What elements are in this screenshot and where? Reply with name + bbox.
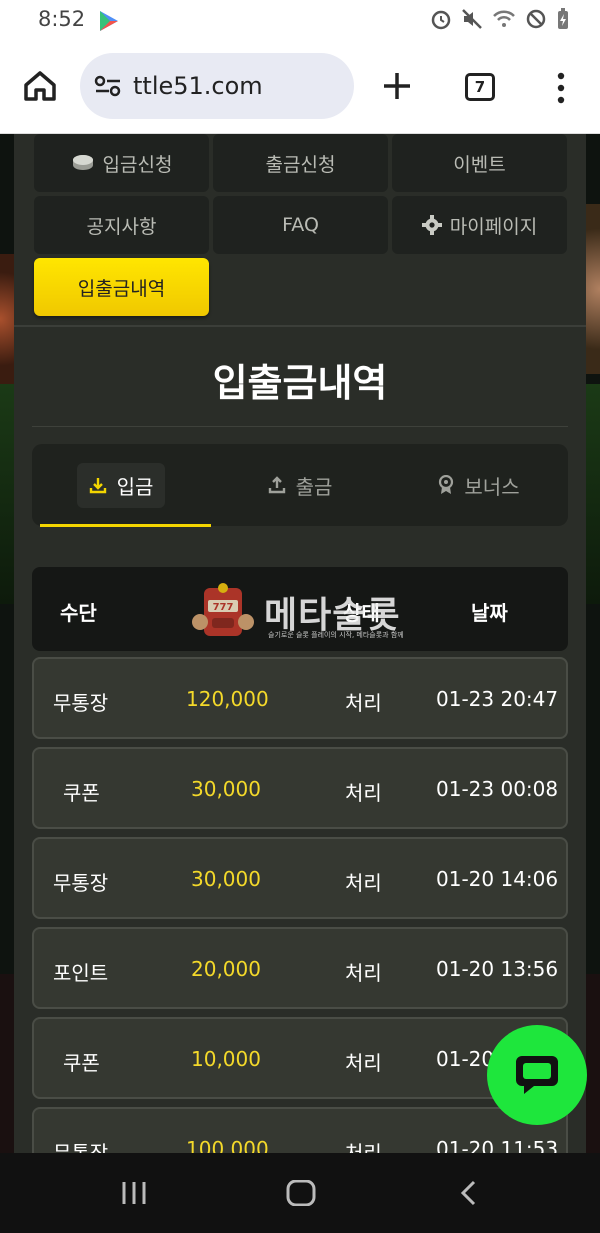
menu-event[interactable]: 이벤트 — [392, 134, 567, 192]
menu-label: 입출금내역 — [77, 277, 166, 300]
play-store-icon — [100, 11, 118, 31]
chat-button[interactable] — [487, 1025, 587, 1125]
cell-status: 처리 — [345, 961, 382, 985]
menu-withdraw-request[interactable]: 출금신청 — [213, 134, 388, 192]
table-row: 무통장 30,000 처리 01-20 14:06 — [32, 837, 568, 919]
menu-deposit-history[interactable]: 입출금내역 — [34, 258, 209, 316]
system-nav-bar — [0, 1153, 600, 1233]
tab-label: 보너스 — [464, 474, 520, 499]
menu-notice[interactable]: 공지사항 — [34, 196, 209, 254]
cell-date: 01-20 14:06 — [436, 867, 559, 891]
tab-label: 출금 — [295, 474, 333, 499]
medal-icon — [439, 475, 454, 494]
cell-amount: 10,000 — [191, 1047, 261, 1071]
cell-method: 무통장 — [53, 1141, 109, 1153]
site-settings-icon[interactable] — [94, 75, 122, 97]
menu-label: 출금신청 — [265, 153, 336, 176]
table-row: 쿠폰 30,000 처리 01-23 00:08 — [32, 747, 568, 829]
cell-status: 처리 — [345, 1051, 382, 1075]
tab-bonus[interactable]: 보너스 — [390, 444, 568, 526]
dnd-icon — [526, 9, 546, 29]
upload-icon — [268, 476, 285, 494]
section-divider — [14, 325, 586, 327]
active-tab-indicator — [40, 524, 211, 527]
cell-amount: 120,000 — [186, 687, 269, 711]
cell-status: 처리 — [345, 1141, 382, 1153]
gear-icon — [421, 215, 442, 235]
menu-label: 입금신청 — [102, 153, 173, 176]
cell-amount: 100,000 — [186, 1137, 269, 1153]
web-content: 입금신청 출금신청 이벤트 공지사항 FAQ 마이페이지 입출금내역 입출금내역… — [0, 134, 600, 1153]
cell-status: 처리 — [345, 781, 382, 805]
recent-apps-icon[interactable] — [120, 1180, 148, 1206]
alarm-icon — [431, 10, 451, 30]
new-tab-icon[interactable] — [381, 70, 413, 102]
cell-method: 무통장 — [53, 871, 109, 895]
cell-method: 쿠폰 — [63, 1051, 100, 1075]
cell-method: 포인트 — [53, 961, 109, 985]
cell-method: 쿠폰 — [63, 781, 100, 805]
table-row: 포인트 20,000 처리 01-20 13:56 — [32, 927, 568, 1009]
cell-date: 01-23 00:08 — [436, 777, 559, 801]
menu-mypage[interactable]: 마이페이지 — [392, 196, 567, 254]
chat-icon — [516, 1056, 558, 1094]
table-row: 무통장 120,000 처리 01-23 20:47 — [32, 657, 568, 739]
menu-faq[interactable]: FAQ — [213, 196, 388, 254]
menu-label: 공지사항 — [86, 215, 157, 238]
cell-status: 처리 — [345, 691, 382, 715]
menu-label: 이벤트 — [453, 153, 506, 176]
history-tabs: 입금 출금 보너스 — [32, 444, 568, 526]
coins-icon — [72, 155, 93, 170]
page-title: 입출금내역 — [212, 361, 388, 405]
menu-deposit-request[interactable]: 입금신청 — [34, 134, 209, 192]
wifi-icon — [493, 10, 515, 27]
download-icon — [89, 478, 106, 494]
status-bar: 8:52 — [0, 0, 600, 40]
more-menu-icon[interactable] — [556, 72, 566, 104]
back-icon[interactable] — [458, 1180, 478, 1206]
cell-date: 01-23 20:47 — [436, 687, 559, 711]
menu-label: 마이페이지 — [449, 215, 538, 238]
menu-label: FAQ — [282, 214, 319, 236]
title-divider — [32, 426, 568, 427]
home-nav-icon[interactable] — [286, 1180, 316, 1206]
cell-date: 01-20 — [436, 1047, 495, 1071]
svg-text:777: 777 — [213, 602, 234, 613]
slot-machine-icon: 777 — [192, 583, 254, 636]
home-icon[interactable] — [22, 68, 58, 104]
address-bar[interactable]: ttle51.com — [80, 53, 354, 119]
status-time: 8:52 — [38, 7, 86, 31]
mute-icon — [462, 9, 482, 29]
header-date: 날짜 — [471, 601, 508, 625]
url-text: ttle51.com — [133, 72, 263, 100]
battery-icon — [558, 8, 568, 29]
background-art-right — [584, 204, 600, 374]
browser-toolbar: ttle51.com 7 — [0, 40, 600, 134]
watermark-logo: 777 메타슬롯 슬기로운 슬롯 플레이의 시작, 메타슬롯과 함께 — [190, 582, 420, 646]
cell-method: 무통장 — [53, 691, 109, 715]
cell-date: 01-20 11:53 — [436, 1137, 559, 1153]
tab-deposit[interactable]: 입금 — [32, 444, 210, 526]
tab-withdraw[interactable]: 출금 — [211, 444, 389, 526]
tab-switcher-button[interactable]: 7 — [465, 73, 495, 101]
table-row: 무통장 100,000 처리 01-20 11:53 — [32, 1107, 568, 1153]
watermark-subtitle: 슬기로운 슬롯 플레이의 시작, 메타슬롯과 함께 — [268, 631, 404, 639]
header-method: 수단 — [60, 601, 97, 625]
cell-amount: 20,000 — [191, 957, 261, 981]
cell-amount: 30,000 — [191, 867, 261, 891]
cell-amount: 30,000 — [191, 777, 261, 801]
cell-status: 처리 — [345, 871, 382, 895]
cell-date: 01-20 13:56 — [436, 957, 559, 981]
tab-label: 입금 — [116, 474, 154, 499]
